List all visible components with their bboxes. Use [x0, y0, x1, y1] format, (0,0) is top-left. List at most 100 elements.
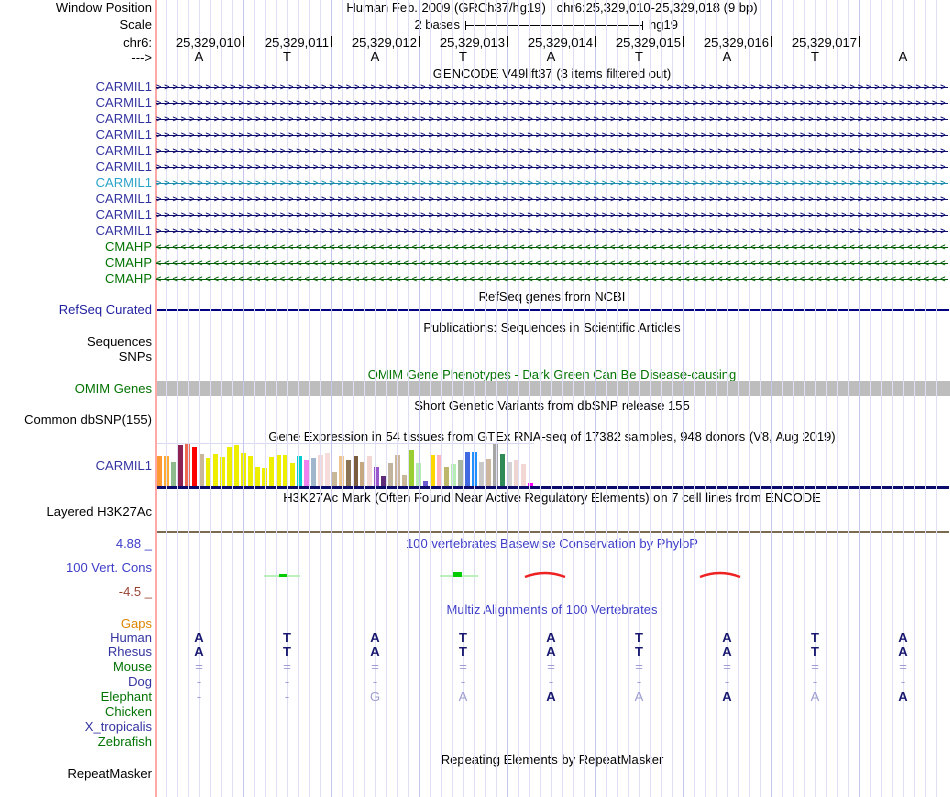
- gene-label-carmil1[interactable]: CARMIL1: [96, 175, 152, 191]
- alignment-base-human: A: [194, 630, 204, 645]
- conservation-label[interactable]: 100 Vert. Cons: [66, 560, 152, 576]
- gtex-bar-chart[interactable]: [156, 443, 534, 488]
- alignment-base-rhesus: T: [635, 644, 643, 659]
- gtex-tissue-bar[interactable]: [290, 463, 295, 488]
- gtex-tissue-bar[interactable]: [388, 463, 393, 488]
- gtex-tissue-bar[interactable]: [178, 445, 183, 488]
- reference-base: A: [722, 49, 732, 64]
- conservation-track-title[interactable]: 100 vertebrates Basewise Conservation by…: [155, 536, 949, 552]
- coordinate-tick: [419, 36, 420, 47]
- publications-track-title[interactable]: Publications: Sequences in Scientific Ar…: [155, 320, 949, 336]
- species-label-dog[interactable]: Dog: [128, 674, 152, 690]
- dbsnp-track-title[interactable]: Short Genetic Variants from dbSNP releas…: [155, 398, 949, 414]
- coordinate-tick: [595, 36, 596, 47]
- alignment-base-dog: -: [636, 674, 642, 689]
- gtex-tissue-bar[interactable]: [500, 454, 505, 488]
- alignment-base-elephant: A: [722, 689, 732, 704]
- gtex-tissue-bar[interactable]: [248, 456, 253, 488]
- gene-item-carmil1[interactable]: >>>>>>>>>>>>>>>>>>>>>>>>>>>>>>>>>>>>>>>>…: [156, 161, 948, 173]
- species-label-mouse[interactable]: Mouse: [113, 659, 152, 675]
- gene-label-carmil1[interactable]: CARMIL1: [96, 223, 152, 239]
- gene-item-cmahp[interactable]: <<<<<<<<<<<<<<<<<<<<<<<<<<<<<<<<<<<<<<<<…: [156, 257, 948, 269]
- gtex-tissue-bar[interactable]: [346, 460, 351, 488]
- gtex-tissue-bar[interactable]: [409, 450, 414, 488]
- scale-label: Scale: [119, 17, 152, 32]
- gtex-tissue-bar[interactable]: [234, 445, 239, 488]
- alignment-base-dog: -: [196, 674, 202, 689]
- gtex-tissue-bar[interactable]: [367, 456, 372, 488]
- coordinate-tick: [507, 36, 508, 47]
- species-label-chicken[interactable]: Chicken: [105, 704, 152, 720]
- gene-label-carmil1[interactable]: CARMIL1: [96, 159, 152, 175]
- gtex-tissue-bar[interactable]: [171, 462, 176, 488]
- alignment-base-elephant: A: [458, 689, 468, 704]
- gtex-tissue-bar[interactable]: [465, 452, 470, 488]
- alignment-base-dog: -: [812, 674, 818, 689]
- refseq-track-title[interactable]: RefSeq genes from NCBI: [155, 289, 949, 305]
- reverse-strand-arrows: <<<<<<<<<<<<<<<<<<<<<<<<<<<<<<<<<<<<<<<<…: [156, 242, 948, 252]
- gene-label-cmahp[interactable]: CMAHP: [105, 255, 152, 271]
- coordinate-label: 25,329,013: [439, 35, 505, 50]
- gene-item-carmil1[interactable]: >>>>>>>>>>>>>>>>>>>>>>>>>>>>>>>>>>>>>>>>…: [156, 129, 948, 141]
- gene-item-carmil1[interactable]: >>>>>>>>>>>>>>>>>>>>>>>>>>>>>>>>>>>>>>>>…: [156, 81, 948, 93]
- refseq-curated-label[interactable]: RefSeq Curated: [59, 302, 152, 318]
- omim-genes-label[interactable]: OMIM Genes: [75, 381, 152, 397]
- snps-label[interactable]: SNPs: [119, 349, 152, 365]
- gene-item-carmil1[interactable]: >>>>>>>>>>>>>>>>>>>>>>>>>>>>>>>>>>>>>>>>…: [156, 113, 948, 125]
- gene-item-cmahp[interactable]: <<<<<<<<<<<<<<<<<<<<<<<<<<<<<<<<<<<<<<<<…: [156, 273, 948, 285]
- gtex-tissue-bar[interactable]: [269, 457, 274, 488]
- gene-item-carmil1[interactable]: >>>>>>>>>>>>>>>>>>>>>>>>>>>>>>>>>>>>>>>>…: [156, 209, 948, 221]
- gtex-tissue-bar[interactable]: [444, 467, 449, 488]
- gene-label-carmil1[interactable]: CARMIL1: [96, 191, 152, 207]
- gtex-tissue-bar[interactable]: [521, 464, 526, 488]
- gene-label-carmil1[interactable]: CARMIL1: [96, 207, 152, 223]
- repeatmasker-track-title[interactable]: Repeating Elements by RepeatMasker: [155, 752, 949, 768]
- gene-item-carmil1[interactable]: >>>>>>>>>>>>>>>>>>>>>>>>>>>>>>>>>>>>>>>>…: [156, 225, 948, 237]
- gtex-tissue-bar[interactable]: [479, 462, 484, 488]
- gene-label-carmil1[interactable]: CARMIL1: [96, 127, 152, 143]
- gtex-tissue-bar[interactable]: [325, 453, 330, 488]
- reference-base: T: [811, 49, 819, 64]
- gtex-tissue-bar[interactable]: [213, 454, 218, 488]
- alignment-base-mouse: =: [811, 659, 819, 674]
- gene-label-carmil1[interactable]: CARMIL1: [96, 143, 152, 159]
- gene-item-cmahp[interactable]: <<<<<<<<<<<<<<<<<<<<<<<<<<<<<<<<<<<<<<<<…: [156, 241, 948, 253]
- h3k27ac-track-title[interactable]: H3K27Ac Mark (Often Found Near Active Re…: [155, 490, 949, 506]
- species-label-elephant[interactable]: Elephant: [101, 689, 152, 705]
- species-label-rhesus[interactable]: Rhesus: [108, 644, 152, 660]
- gene-label-carmil1[interactable]: CARMIL1: [96, 79, 152, 95]
- gene-label-carmil1[interactable]: CARMIL1: [96, 95, 152, 111]
- gtex-gene-label[interactable]: CARMIL1: [96, 458, 152, 474]
- repeatmasker-label[interactable]: RepeatMasker: [67, 766, 152, 782]
- gtex-tissue-bar[interactable]: [157, 456, 162, 488]
- coordinate-tick: [243, 36, 244, 47]
- alignment-base-dog: -: [548, 674, 554, 689]
- alignment-base-mouse: =: [723, 659, 731, 674]
- gene-item-carmil1[interactable]: >>>>>>>>>>>>>>>>>>>>>>>>>>>>>>>>>>>>>>>>…: [156, 177, 948, 189]
- alignment-base-rhesus: A: [370, 644, 380, 659]
- gene-item-carmil1[interactable]: >>>>>>>>>>>>>>>>>>>>>>>>>>>>>>>>>>>>>>>>…: [156, 145, 948, 157]
- gtex-tissue-bar[interactable]: [311, 458, 316, 488]
- alignment-base-mouse: =: [283, 659, 291, 674]
- reference-base: A: [546, 49, 556, 64]
- species-label-x_tropicalis[interactable]: X_tropicalis: [85, 719, 152, 735]
- forward-strand-arrows: >>>>>>>>>>>>>>>>>>>>>>>>>>>>>>>>>>>>>>>>…: [156, 130, 948, 140]
- layered-h3k27ac-label[interactable]: Layered H3K27Ac: [46, 504, 152, 520]
- gtex-tissue-bar[interactable]: [486, 459, 491, 488]
- multiz-track-title[interactable]: Multiz Alignments of 100 Vertebrates: [155, 602, 949, 618]
- phylop-negative-arc: [524, 567, 566, 579]
- gene-label-cmahp[interactable]: CMAHP: [105, 239, 152, 255]
- omim-gene-item-bar[interactable]: [155, 381, 950, 396]
- gene-label-carmil1[interactable]: CARMIL1: [96, 111, 152, 127]
- forward-strand-arrows: >>>>>>>>>>>>>>>>>>>>>>>>>>>>>>>>>>>>>>>>…: [156, 98, 948, 108]
- gene-item-carmil1[interactable]: >>>>>>>>>>>>>>>>>>>>>>>>>>>>>>>>>>>>>>>>…: [156, 193, 948, 205]
- sequences-label[interactable]: Sequences: [87, 334, 152, 350]
- gene-item-carmil1[interactable]: >>>>>>>>>>>>>>>>>>>>>>>>>>>>>>>>>>>>>>>>…: [156, 97, 948, 109]
- gencode-track-title[interactable]: GENCODE V49lift37 (3 items filtered out): [155, 66, 949, 82]
- species-label-zebrafish[interactable]: Zebrafish: [98, 734, 152, 750]
- refseq-curated-track-line[interactable]: [155, 309, 949, 311]
- gtex-tissue-bar[interactable]: [255, 467, 260, 488]
- gene-label-cmahp[interactable]: CMAHP: [105, 271, 152, 287]
- common-dbsnp-label[interactable]: Common dbSNP(155): [24, 412, 152, 428]
- gtex-tissue-bar[interactable]: [192, 447, 197, 488]
